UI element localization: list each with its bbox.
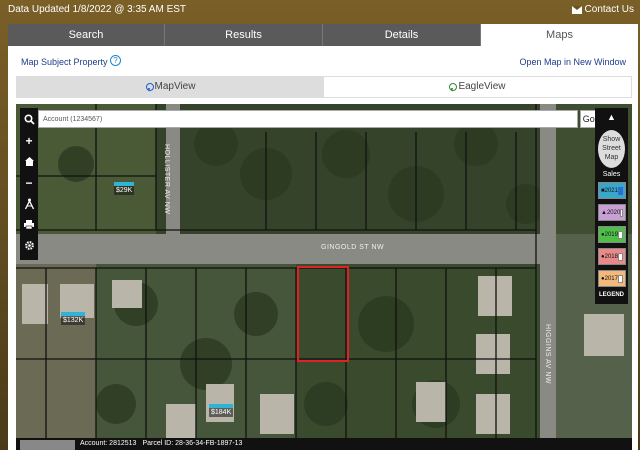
road-label-gingold: GINGOLD ST NW bbox=[321, 244, 385, 251]
aerial-map[interactable]: GINGOLD ST NW HOLLISTER AV NW HIGGINS AV… bbox=[16, 104, 632, 450]
legend-year-2020: ▲ 2020 bbox=[598, 204, 626, 221]
tab-details[interactable]: Details bbox=[323, 24, 481, 46]
subject-property-outline[interactable] bbox=[297, 266, 349, 362]
map-pin-icon bbox=[145, 82, 154, 92]
settings-icon[interactable] bbox=[21, 236, 37, 255]
account-number: Account: 2812513 bbox=[80, 440, 137, 447]
legend-year-label: 2017 bbox=[604, 275, 618, 282]
tab-eagleview[interactable]: EagleView bbox=[324, 77, 631, 97]
parcel-id: Parcel ID: 28-36-34-FB-1897-13 bbox=[142, 440, 243, 447]
measure-icon[interactable] bbox=[21, 194, 37, 213]
zoom-in-icon[interactable]: + bbox=[21, 131, 37, 150]
map-toolbar: + − bbox=[20, 108, 38, 260]
top-bar: Data Updated 1/8/2022 @ 3:35 AM EST Cont… bbox=[0, 0, 640, 22]
legend-checkbox[interactable] bbox=[617, 186, 623, 195]
sale-price-marker[interactable]: $29K bbox=[114, 182, 135, 195]
account-search-input[interactable] bbox=[38, 110, 578, 128]
road-label-higgins: HIGGINS AV NW bbox=[544, 324, 551, 385]
sale-price-marker[interactable]: $132K bbox=[61, 312, 86, 325]
map-subject-property-link[interactable]: Map Subject Property bbox=[21, 57, 108, 67]
sale-price-marker[interactable]: $184K bbox=[209, 404, 234, 417]
data-updated-text: Data Updated 1/8/2022 @ 3:35 AM EST bbox=[8, 4, 187, 15]
main-tabs: Search Results Details Maps bbox=[8, 24, 638, 46]
view-tabs: MapView EagleView bbox=[16, 76, 632, 98]
legend-checkbox[interactable] bbox=[617, 252, 623, 261]
zoom-out-icon[interactable]: − bbox=[21, 173, 37, 192]
map-links-row: Map Subject Property ? Open Map in New W… bbox=[8, 46, 638, 76]
tab-mapview-label: MapView bbox=[154, 81, 196, 92]
map-pin-icon bbox=[449, 82, 458, 92]
legend-checkbox[interactable] bbox=[617, 274, 623, 283]
legend-year-label: 2021 bbox=[604, 187, 618, 194]
parcel-info-bar: Account: 2812513 Parcel ID: 28-36-34-FB-… bbox=[16, 438, 632, 450]
legend-collapse-icon[interactable]: ▲ bbox=[595, 108, 628, 126]
tab-results[interactable]: Results bbox=[165, 24, 323, 46]
parcel-thumbnail[interactable] bbox=[20, 440, 75, 450]
tab-search[interactable]: Search bbox=[8, 24, 165, 46]
contact-us-label: Contact Us bbox=[584, 4, 634, 15]
road-label-hollister: HOLLISTER AV NW bbox=[163, 144, 170, 215]
legend-checkbox[interactable] bbox=[620, 208, 623, 217]
home-icon[interactable] bbox=[21, 152, 37, 171]
tab-maps[interactable]: Maps bbox=[481, 24, 638, 46]
open-map-new-window-link[interactable]: Open Map in New Window bbox=[519, 57, 626, 67]
contact-us-link[interactable]: Contact Us bbox=[571, 4, 634, 15]
print-icon[interactable] bbox=[21, 215, 37, 234]
legend-checkbox[interactable] bbox=[617, 230, 623, 239]
legend-year-label: 2020 bbox=[606, 209, 621, 216]
help-icon[interactable]: ? bbox=[110, 55, 121, 66]
legend-year-2018: ● 2018 bbox=[598, 248, 626, 265]
legend-year-2017: ● 2017 bbox=[598, 270, 626, 287]
maps-panel: Map Subject Property ? Open Map in New W… bbox=[8, 46, 638, 450]
envelope-icon bbox=[571, 5, 582, 14]
map-legend: ▲ Show Street Map Sales ■ 2021 ▲ 2020 ● … bbox=[595, 108, 628, 304]
legend-year-2021: ■ 2021 bbox=[598, 182, 626, 199]
tab-mapview[interactable]: MapView bbox=[17, 77, 324, 97]
legend-sales-label: Sales bbox=[602, 171, 621, 178]
legend-year-label: 2019 bbox=[604, 231, 618, 238]
tab-eagleview-label: EagleView bbox=[458, 81, 506, 92]
show-street-map-button[interactable]: Show Street Map bbox=[598, 130, 625, 168]
legend-year-label: 2018 bbox=[604, 253, 618, 260]
legend-title: LEGEND bbox=[598, 292, 624, 298]
search-icon[interactable] bbox=[21, 110, 37, 129]
legend-year-2019: ● 2019 bbox=[598, 226, 626, 243]
